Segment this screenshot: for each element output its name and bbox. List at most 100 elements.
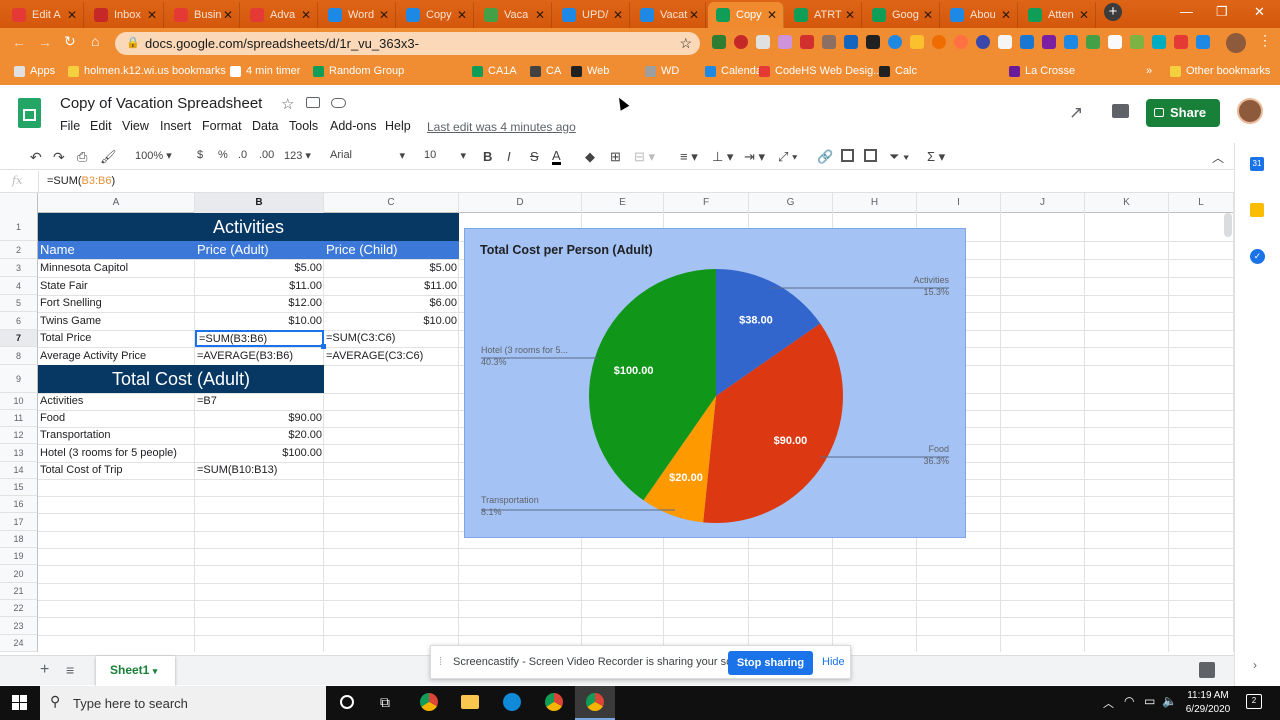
row-header-23[interactable]: 23 [0, 617, 38, 635]
cost-label[interactable]: Food [38, 410, 195, 427]
price-adult[interactable]: $11.00 [195, 277, 324, 295]
row-header-11[interactable]: 11 [0, 410, 38, 427]
row-header-7[interactable]: 7 [0, 330, 38, 347]
close-window-icon[interactable]: ✕ [1254, 4, 1265, 20]
tab-close-icon[interactable]: ✕ [223, 8, 233, 22]
menu-tools[interactable]: Tools [289, 119, 318, 133]
extension-icon[interactable] [1108, 35, 1122, 49]
selected-cell[interactable]: =SUM(B3:B6) [195, 330, 324, 347]
browser-tab[interactable]: Adva ✕ [242, 2, 318, 28]
cost-header[interactable]: Total Cost (Adult) [38, 365, 324, 393]
column-label[interactable]: Price (Child) [324, 241, 459, 259]
menu-view[interactable]: View [122, 119, 149, 133]
clock[interactable]: 11:19 AM 6/29/2020 [1180, 689, 1236, 717]
row-header-24[interactable]: 24 [0, 635, 38, 652]
file-explorer-icon[interactable] [461, 695, 479, 709]
bookmark-link[interactable]: Apps [14, 65, 55, 77]
paint-format-icon[interactable]: 🖌 [100, 149, 117, 165]
select-all-corner[interactable] [0, 193, 38, 213]
browser-tab[interactable]: Word ✕ [320, 2, 396, 28]
undo-icon[interactable]: ↶ [30, 149, 42, 166]
redo-icon[interactable]: ↷ [53, 149, 65, 166]
row-header-13[interactable]: 13 [0, 444, 38, 462]
calendar-icon[interactable]: 31 [1250, 157, 1264, 171]
extension-icon[interactable] [800, 35, 814, 49]
column-header-e[interactable]: E [582, 193, 664, 213]
increase-decimal-button[interactable]: .00 [259, 149, 274, 161]
extension-icon[interactable] [932, 35, 946, 49]
bookmark-link[interactable]: Random Group [313, 65, 404, 77]
show-hidden-icons[interactable]: ︿ [1103, 695, 1114, 711]
extension-icon[interactable] [778, 35, 792, 49]
text-color-icon[interactable]: A [552, 149, 561, 165]
cost-label[interactable]: Activities [38, 393, 195, 410]
explore-trend-icon[interactable]: ↗ [1069, 103, 1083, 123]
browser-tab[interactable]: Vaca ✕ [476, 2, 552, 28]
extension-icon[interactable] [1064, 35, 1078, 49]
edge-icon[interactable] [503, 693, 521, 711]
browser-tab[interactable]: ATRT ✕ [786, 2, 862, 28]
column-header-k[interactable]: K [1085, 193, 1169, 213]
column-header-l[interactable]: L [1169, 193, 1234, 213]
last-edit-link[interactable]: Last edit was 4 minutes ago [427, 120, 576, 134]
item-name[interactable]: State Fair [38, 277, 195, 295]
browser-tab[interactable]: Atten ✕ [1020, 2, 1096, 28]
minimize-window-icon[interactable]: — [1180, 4, 1193, 19]
bookmark-link[interactable]: Web [571, 65, 609, 77]
strikethrough-icon[interactable]: S [530, 149, 539, 164]
column-header-b[interactable]: B [195, 193, 324, 213]
hide-button[interactable]: Hide [822, 656, 845, 668]
column-header-f[interactable]: F [664, 193, 749, 213]
bookmark-link[interactable]: 4 min timer [230, 65, 300, 77]
text-rotation-icon[interactable]: ⤢ ▾ [778, 149, 797, 165]
cortana-icon[interactable] [340, 695, 354, 709]
total-label[interactable]: Total Price [38, 330, 195, 347]
task-view-icon[interactable]: ⧉ [380, 694, 390, 711]
cost-value[interactable]: $100.00 [195, 444, 324, 462]
cost-label[interactable]: Total Cost of Trip [38, 462, 195, 479]
bookmark-link[interactable]: holmen.k12.wi.us bookmarks [68, 65, 226, 77]
tab-close-icon[interactable]: ✕ [379, 8, 389, 22]
browser-tab[interactable]: Abou ✕ [942, 2, 1018, 28]
chrome-icon[interactable] [420, 693, 438, 711]
extension-icon[interactable] [1130, 35, 1144, 49]
collapse-toolbar-icon[interactable]: ︿ [1212, 149, 1224, 166]
back-icon[interactable]: ← [12, 34, 26, 50]
extension-icon[interactable] [1196, 35, 1210, 49]
tab-close-icon[interactable]: ✕ [923, 8, 933, 22]
menu-help[interactable]: Help [385, 119, 411, 133]
row-header-18[interactable]: 18 [0, 531, 38, 548]
taskbar-search[interactable]: ⚲ Type here to search [40, 686, 326, 720]
item-name[interactable]: Fort Snelling [38, 295, 195, 312]
cost-value[interactable]: $90.00 [195, 410, 324, 427]
url-input[interactable]: 🔒 docs.google.com/spreadsheets/d/1r_vu_3… [115, 32, 700, 74]
row-header-10[interactable]: 10 [0, 393, 38, 410]
new-tab-icon[interactable]: + [1104, 3, 1122, 21]
extension-icon[interactable] [844, 35, 858, 49]
column-header-d[interactable]: D [459, 193, 582, 213]
tasks-icon[interactable]: ✓ [1250, 249, 1265, 264]
cost-label[interactable]: Transportation [38, 427, 195, 444]
kebab-menu-icon[interactable]: ⋮ [1258, 32, 1272, 49]
row-header-22[interactable]: 22 [0, 600, 38, 617]
percent-format-button[interactable]: % [218, 149, 228, 161]
column-header-g[interactable]: G [749, 193, 833, 213]
column-label[interactable]: Price (Adult) [195, 241, 324, 259]
volume-icon[interactable]: 🔈 [1162, 694, 1177, 708]
tab-close-icon[interactable]: ✕ [689, 8, 699, 22]
column-header-c[interactable]: C [324, 193, 459, 213]
column-header-i[interactable]: I [917, 193, 1001, 213]
currency-format-button[interactable]: $ [197, 149, 203, 161]
row-header-8[interactable]: 8 [0, 347, 38, 365]
formula-input[interactable]: =SUM(B3:B6) [47, 175, 115, 187]
row-header-1[interactable]: 1 [0, 213, 38, 241]
tab-close-icon[interactable]: ✕ [613, 8, 623, 22]
menu-data[interactable]: Data [252, 119, 278, 133]
browser-tab[interactable]: Copy ✕ [398, 2, 474, 28]
row-header-4[interactable]: 4 [0, 277, 38, 295]
add-sheet-icon[interactable]: + [40, 661, 49, 679]
row-header-2[interactable]: 2 [0, 241, 38, 259]
battery-icon[interactable]: ▭ [1144, 694, 1155, 708]
price-child[interactable]: $6.00 [324, 295, 459, 312]
browser-tab[interactable]: Edit A ✕ [4, 2, 84, 28]
